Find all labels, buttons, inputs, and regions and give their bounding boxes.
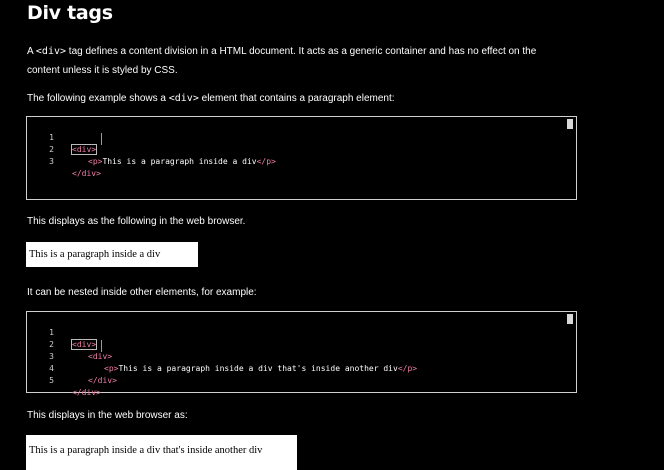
page-title: Div tags [27, 2, 113, 24]
intro-text-start: A [27, 46, 36, 57]
example-intro-inline-code: <div> [168, 93, 199, 104]
intro-text-end: tag defines a content division in a HTML… [27, 46, 537, 76]
code-line[interactable]: 2 <p>This is a paragraph inside a div</p… [27, 132, 576, 166]
code-line[interactable]: 2 <div> [27, 327, 576, 361]
example-intro-text-start: The following example shows a [27, 93, 169, 104]
intro-paragraph: A <div> tag defines a content division i… [27, 42, 567, 80]
code-tag: <p> [88, 157, 103, 166]
code-editor-2[interactable]: 1 <div> 2 <div> 3 <p>This is a paragraph… [26, 311, 577, 397]
code-tag: </p> [256, 157, 276, 166]
code-line[interactable]: 4 </div> [27, 351, 576, 385]
line-number: 3 [49, 157, 54, 166]
code-line[interactable]: 3 </div> [27, 144, 576, 178]
displays-label-2: This displays in the web browser as: [27, 410, 188, 421]
line-number: 5 [49, 376, 54, 385]
example-intro-paragraph: The following example shows a <div> elem… [27, 89, 567, 108]
code-tag: </div> [88, 376, 117, 385]
displays-label: This displays as the following in the we… [27, 216, 246, 227]
code-text: This is a paragraph inside a div [102, 157, 257, 166]
code-line[interactable]: 5 </div> [27, 363, 576, 397]
example-intro-text-end: element that contains a paragraph elemen… [198, 93, 395, 104]
code-tag: </div> [72, 388, 101, 397]
code-editor-1[interactable]: 1 <div> 2 <p>This is a paragraph inside … [26, 116, 577, 200]
nested-label: It can be nested inside other elements, … [27, 287, 257, 298]
code-line[interactable]: 3 <p>This is a paragraph inside a div th… [27, 339, 576, 373]
browser-output-2: This is a paragraph inside a div that's … [26, 435, 297, 470]
browser-output-1: This is a paragraph inside a div [26, 242, 198, 267]
page: Div tags A <div> tag defines a content d… [0, 0, 664, 470]
code-line[interactable]: 1 <div> [27, 315, 576, 350]
code-line[interactable]: 1 <div> [27, 120, 576, 155]
intro-inline-code: <div> [35, 46, 67, 57]
code-tag: </div> [72, 169, 101, 178]
